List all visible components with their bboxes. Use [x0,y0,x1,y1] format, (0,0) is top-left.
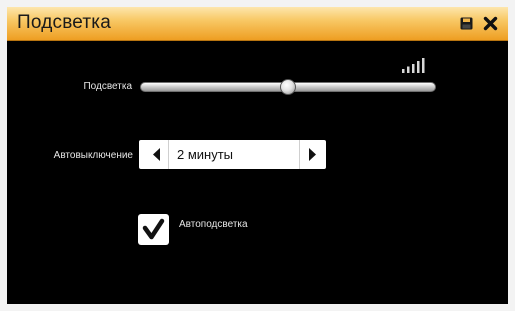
close-icon[interactable] [483,16,498,31]
auto-backlight-label: Автоподсветка [179,219,248,230]
spinner-divider [168,140,169,169]
spinner-divider [299,140,300,169]
signal-strength-icon [402,58,425,73]
title-bar: Подсветка [7,7,508,41]
backlight-label: Подсветка [83,81,132,92]
auto-off-label: Автовыключение [53,150,133,161]
auto-off-value: 2 минуты [177,147,234,162]
backlight-settings-window: Подсветка Подсветка Автовыключение 2 мин… [7,7,508,304]
auto-backlight-checkbox[interactable] [138,214,169,245]
next-option-arrow-icon[interactable] [301,140,324,169]
window-title: Подсветка [17,12,112,33]
save-icon[interactable] [460,17,473,30]
previous-option-arrow-icon[interactable] [145,140,168,169]
backlight-slider-thumb[interactable] [280,79,296,95]
auto-off-spinner: 2 минуты [139,140,326,169]
checkmark-icon [142,218,165,240]
